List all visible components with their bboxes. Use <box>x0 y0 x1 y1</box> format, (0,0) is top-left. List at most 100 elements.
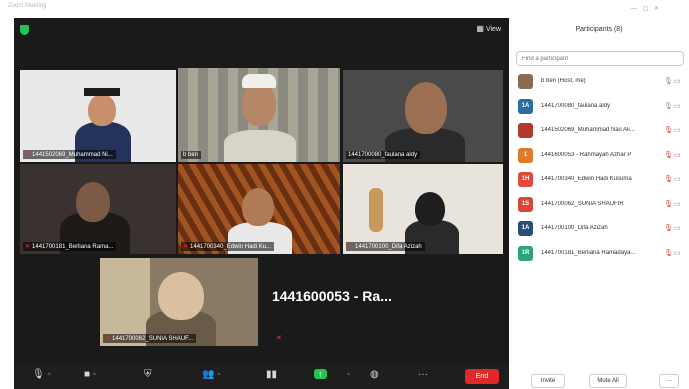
video-tile-active-speaker[interactable]: b ben <box>178 68 340 162</box>
participant-name: 1441700080_faulana aldy <box>541 102 611 109</box>
video-tile[interactable]: 1441700080_faulana aldy <box>343 70 503 162</box>
tile-name-label: 1441502069_Muhammad Ni... <box>32 152 113 158</box>
participant-name: 1441700062_SUNIA SHAUFIR <box>541 200 624 207</box>
tile-name-tag: b ben <box>181 151 202 159</box>
participant-face <box>158 272 204 320</box>
mic-muted-icon: ✕ <box>25 152 31 158</box>
participant-face <box>242 82 276 126</box>
participant-row[interactable]: b ben (Host, me) 🎙 ▭ <box>516 70 686 95</box>
video-camera-icon[interactable]: ▭ <box>674 175 681 183</box>
video-camera-icon[interactable]: ▭ <box>674 77 681 85</box>
video-tile[interactable]: ✕ 1441700062_SUNIA SHAUF... <box>100 258 258 346</box>
tile-name-tag: ✕ 1441502069_Muhammad Ni... <box>23 150 116 159</box>
avatar: 1R <box>518 245 533 261</box>
microphone-muted-icon[interactable]: 🎙 <box>664 200 673 208</box>
video-tile-name-only[interactable]: 1441600053 - Ra... ✕ <box>272 258 502 344</box>
share-screen-icon[interactable]: ↑ <box>314 369 327 379</box>
video-camera-icon[interactable]: ▭ <box>674 102 681 110</box>
avatar: 1 <box>518 147 533 163</box>
participants-icon[interactable]: 👥 ^ <box>202 369 220 380</box>
more-icon[interactable]: ··· <box>418 369 428 380</box>
video-tile[interactable]: ✕ 1441700340_Edwin Hadi Ku... <box>178 164 340 254</box>
participant-face <box>242 188 274 226</box>
record-icon[interactable]: ◍ <box>370 369 379 380</box>
microphone-muted-icon[interactable]: 🎙 <box>664 151 673 159</box>
avatar: 1H <box>518 172 533 187</box>
meeting-video-area: ▦ View ✕ 1441502069_Muhammad Ni... b ben 1… <box>14 18 509 389</box>
video-tile[interactable]: ✕ 1441502069_Muhammad Ni... <box>20 70 176 162</box>
tile-name-label: 1441700062_SUNIA SHAUF... <box>112 336 194 342</box>
participant-row[interactable]: 1441502069_Muhammad Nas Ali... 🎙 ▭ <box>516 119 686 144</box>
participant-search-input[interactable] <box>516 51 684 66</box>
end-meeting-button[interactable]: End <box>465 369 499 384</box>
mic-muted-icon: ✕ <box>276 335 282 342</box>
mic-muted-icon: ✕ <box>105 336 111 342</box>
tile-name-tag: ✕ 1441700100_Difa Azizah <box>346 242 425 251</box>
mute-all-button[interactable]: Mute All <box>589 374 627 388</box>
participant-name: b ben (Host, me) <box>541 78 586 84</box>
video-tile[interactable]: ✕ 1441700181_Berliana Rama... <box>20 164 176 254</box>
meeting-toolbar: 🎙 ^ ■ ^ ⛨ 👥 ^ ▮▮ ↑ ^ ◍ ··· End <box>14 365 509 389</box>
video-camera-icon[interactable]: ▭ <box>674 249 681 257</box>
video-camera-icon[interactable]: ■ ^ <box>84 369 96 380</box>
graduation-cap-icon <box>84 88 120 96</box>
invite-button[interactable]: Invite <box>531 374 565 388</box>
video-camera-icon[interactable]: ▭ <box>674 200 681 208</box>
tile-name-label: 1441700340_Edwin Hadi Ku... <box>190 244 272 250</box>
security-icon[interactable]: ⛨ <box>144 369 152 380</box>
avatar: 1A <box>518 98 533 114</box>
participant-list: b ben (Host, me) 🎙 ▭ 1A 1441700080_faula… <box>516 70 686 266</box>
tile-name-label: 1441700100_Difa Azizah <box>355 244 422 250</box>
tile-name-tag: ✕ 1441700181_Berliana Rama... <box>23 242 117 251</box>
panel-more-button[interactable]: ... <box>659 374 679 388</box>
participant-name: 1441700100_Difa Azizah <box>541 225 608 231</box>
gallery-grid-icon: ▦ <box>476 24 484 33</box>
microphone-muted-icon[interactable]: 🎙 <box>664 175 673 183</box>
participant-face <box>405 82 447 134</box>
microphone-muted-icon[interactable]: 🎙 <box>664 249 673 257</box>
chevron-up-icon[interactable]: ^ <box>217 373 220 379</box>
guitar-icon <box>369 188 383 232</box>
view-button[interactable]: ▦ View <box>476 24 501 33</box>
window-background <box>100 258 150 346</box>
polls-icon[interactable]: ▮▮ <box>266 369 277 380</box>
tile-name-label: 1441700080_faulana aldy <box>348 152 418 158</box>
participant-row[interactable]: 1 1441600053 - Rahmayah Azhar P 🎙 ▭ <box>516 144 686 169</box>
microphone-icon[interactable]: 🎙 <box>664 102 673 110</box>
app-title: Zoom Meeting <box>8 3 47 9</box>
chevron-up-icon[interactable]: ^ <box>344 369 350 380</box>
video-camera-icon[interactable]: ▭ <box>674 126 681 134</box>
tile-name-label: 1441700181_Berliana Rama... <box>32 244 114 250</box>
peci-cap-icon <box>242 74 276 88</box>
participant-row[interactable]: 1R 1441700181_Berliana Ramadaya... 🎙 ▭ <box>516 242 686 267</box>
participant-name: 1441700181_Berliana Ramadaya... <box>541 249 636 256</box>
video-camera-off-icon[interactable]: ▭ <box>674 151 681 159</box>
participant-big-name: 1441600053 - Ra... <box>272 288 392 304</box>
encryption-shield-icon[interactable] <box>20 25 29 35</box>
microphone-icon[interactable]: 🎙 ^ <box>32 369 51 380</box>
video-tile[interactable]: ✕ 1441700100_Difa Azizah <box>343 164 503 254</box>
mic-muted-icon: ✕ <box>348 244 354 250</box>
avatar: 1A <box>518 221 533 236</box>
participants-panel: Participants (8) b ben (Host, me) 🎙 ▭ 1A… <box>509 18 689 389</box>
participant-row[interactable]: 1S 1441700062_SUNIA SHAUFIR 🎙 ▭ <box>516 193 686 218</box>
participant-name: 1441700340_Edwin Hadi Kusuma <box>541 176 632 182</box>
participant-row[interactable]: 1H 1441700340_Edwin Hadi Kusuma 🎙 ▭ <box>516 168 686 193</box>
window-controls[interactable]: — ▢ ✕ <box>631 5 661 12</box>
avatar <box>518 123 533 138</box>
chevron-up-icon[interactable]: ^ <box>48 373 51 379</box>
participant-row[interactable]: 1A 1441700080_faulana aldy 🎙 ▭ <box>516 95 686 120</box>
window-title-bar: Zoom Meeting — ▢ ✕ <box>0 0 689 18</box>
tile-name-label: b ben <box>183 152 199 158</box>
tile-name-tag: ✕ 1441700340_Edwin Hadi Ku... <box>181 242 275 251</box>
microphone-muted-icon[interactable]: 🎙 <box>664 126 673 134</box>
chevron-up-icon[interactable]: ^ <box>93 373 96 379</box>
mic-muted-icon: ✕ <box>25 244 31 250</box>
microphone-muted-icon[interactable]: 🎙 <box>664 224 673 232</box>
participant-face <box>76 182 110 222</box>
video-camera-icon[interactable]: ▭ <box>674 224 681 232</box>
microphone-icon[interactable]: 🎙 <box>664 77 673 85</box>
participant-row[interactable]: 1A 1441700100_Difa Azizah 🎙 ▭ <box>516 217 686 242</box>
tile-name-tag: ✕ 1441700062_SUNIA SHAUF... <box>103 334 197 343</box>
tile-name-tag: 1441700080_faulana aldy <box>346 151 421 159</box>
